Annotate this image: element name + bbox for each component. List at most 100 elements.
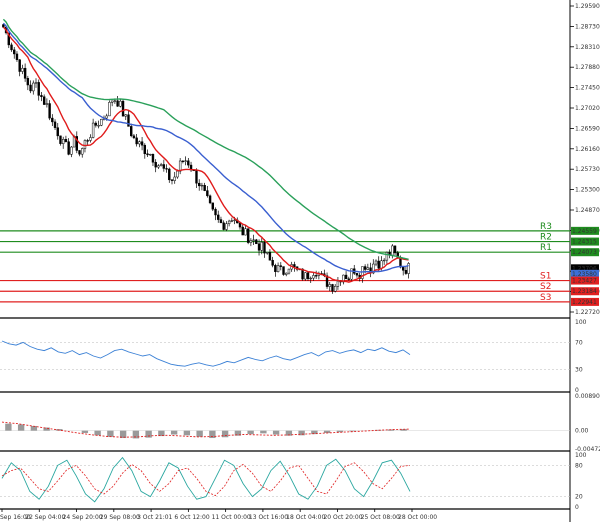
- bull-candle: [81, 148, 84, 155]
- bear-candle: [140, 141, 144, 146]
- bear-candle: [29, 84, 32, 92]
- time-tick-label: 6 Oct 12:00: [174, 514, 209, 521]
- bear-candle: [146, 153, 149, 156]
- bear-candle: [206, 190, 209, 197]
- bull-candle: [252, 239, 255, 241]
- bear-candle: [23, 67, 27, 79]
- rsi-tick-label: 70: [575, 339, 583, 346]
- bear-candle: [67, 141, 70, 155]
- price-tick-label: 1.26160: [575, 146, 600, 153]
- level-label-s2: S2: [540, 282, 551, 292]
- bull-candle: [119, 100, 122, 107]
- bull-candle: [225, 223, 228, 230]
- bear-candle: [181, 160, 185, 163]
- time-tick-label: 3 Oct 21:01: [137, 514, 172, 521]
- bull-candle: [309, 277, 312, 280]
- bear-candle: [246, 228, 250, 243]
- macd-tick-label: 0.00: [575, 428, 589, 435]
- bear-candle: [170, 179, 174, 181]
- time-tick-label: 22 Sep 04:00: [25, 514, 65, 521]
- bear-candle: [64, 139, 68, 142]
- bear-candle: [56, 127, 59, 137]
- bull-candle: [124, 114, 127, 117]
- bear-candle: [217, 214, 220, 220]
- price-tick-label: 1.26590: [575, 125, 600, 132]
- stoch-tick-label: 100: [575, 452, 587, 459]
- macd-tick-label: 0.008907: [575, 393, 600, 400]
- bull-candle: [276, 265, 280, 272]
- price-tick-label: 1.27450: [575, 85, 600, 92]
- bull-candle: [159, 164, 163, 166]
- bear-candle: [121, 100, 125, 117]
- bear-candle: [222, 222, 225, 230]
- stoch-tick-label: 0: [575, 504, 579, 511]
- bear-candle: [263, 241, 266, 254]
- bear-candle: [132, 135, 136, 139]
- level-label-r1: R1: [540, 243, 552, 253]
- bull-candle: [184, 160, 187, 162]
- price-tick-label: 1.25730: [575, 166, 600, 173]
- bull-candle: [34, 82, 38, 84]
- level-label-s1: S1: [540, 272, 551, 282]
- bear-candle: [53, 121, 57, 128]
- bear-candle: [195, 170, 198, 184]
- price-tick-label: 1.25300: [575, 187, 600, 194]
- bear-candle: [274, 265, 277, 272]
- bear-candle: [187, 160, 190, 166]
- bull-candle: [382, 259, 386, 262]
- bear-candle: [279, 265, 283, 267]
- bull-candle: [176, 170, 179, 178]
- bear-candle: [314, 275, 318, 277]
- time-tick-label: 24 Sep 20:00: [63, 514, 103, 521]
- bear-candle: [203, 184, 206, 191]
- bear-candle: [255, 239, 258, 245]
- bull-candle: [328, 284, 331, 287]
- bull-candle: [89, 137, 92, 141]
- bear-candle: [214, 208, 217, 216]
- bear-candle: [18, 59, 21, 72]
- bull-candle: [105, 115, 108, 119]
- bear-candle: [238, 222, 242, 228]
- bull-candle: [336, 280, 340, 287]
- forex-chart: R3R2R1 S1S2S3 1.29590 1.28730 1.28310 1.2788…: [0, 0, 600, 522]
- bull-candle: [260, 241, 263, 251]
- price-tick-label: 1.28730: [575, 23, 600, 30]
- bear-candle: [129, 126, 133, 137]
- bear-candle: [331, 284, 334, 292]
- bull-candle: [304, 272, 307, 280]
- bear-candle: [393, 245, 397, 254]
- bull-candle: [391, 245, 394, 256]
- price-tag-label: 1.24073: [572, 249, 597, 256]
- price-tag-label: 1.24559: [572, 228, 597, 235]
- bull-candle: [312, 275, 315, 279]
- bull-candle: [108, 102, 111, 117]
- bear-candle: [94, 122, 98, 126]
- bear-candle: [344, 274, 348, 280]
- bull-candle: [366, 267, 370, 270]
- bear-candle: [162, 164, 166, 169]
- price-tick-label: 1.24870: [575, 207, 600, 214]
- bear-candle: [143, 144, 147, 154]
- stoch-tick-label: 80: [575, 462, 583, 469]
- chart-background: [0, 0, 600, 522]
- bear-candle: [168, 168, 171, 181]
- bear-candle: [59, 135, 62, 144]
- bear-candle: [347, 278, 351, 280]
- bear-candle: [40, 95, 43, 97]
- bull-candle: [285, 272, 288, 275]
- bear-candle: [151, 153, 155, 163]
- bull-candle: [61, 139, 65, 144]
- bear-candle: [154, 161, 157, 168]
- price-tick-label: 1.27020: [575, 105, 600, 112]
- bear-candle: [355, 273, 359, 276]
- bear-candle: [15, 53, 19, 60]
- bull-candle: [265, 252, 269, 254]
- bear-candle: [404, 270, 408, 274]
- bear-candle: [197, 182, 201, 187]
- price-tick-label: 1.28310: [575, 44, 600, 51]
- time-tick-label: 13 Oct 16:00: [249, 514, 288, 521]
- bear-candle: [257, 243, 261, 251]
- bull-candle: [110, 100, 114, 103]
- bull-candle: [244, 228, 247, 236]
- bear-candle: [211, 202, 215, 210]
